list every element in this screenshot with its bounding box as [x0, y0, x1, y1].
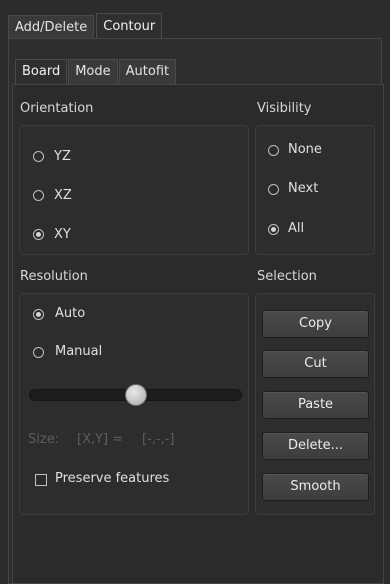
radio-none-label: None: [288, 142, 322, 157]
radio-xy-label: XY: [54, 227, 71, 242]
preserve-features-label: Preserve features: [55, 471, 170, 486]
radio-auto[interactable]: [33, 309, 44, 320]
size-expression: [X,Y] =: [77, 432, 124, 447]
resolution-slider-handle[interactable]: [124, 384, 147, 406]
tab-autofit[interactable]: Autofit: [118, 59, 177, 84]
paste-button[interactable]: Paste: [262, 391, 369, 419]
radio-manual[interactable]: [33, 347, 44, 358]
radio-yz[interactable]: [33, 151, 44, 162]
size-value: [-,-,-]: [142, 432, 175, 447]
radio-next-label: Next: [288, 181, 319, 196]
tab-board[interactable]: Board: [15, 59, 68, 84]
radio-all-label: All: [288, 221, 305, 236]
radio-all[interactable]: [268, 224, 279, 235]
radio-next[interactable]: [268, 184, 279, 195]
radio-xz-label: XZ: [54, 188, 72, 203]
radio-manual-label: Manual: [55, 344, 103, 359]
selection-title: Selection: [257, 269, 317, 284]
resolution-title: Resolution: [20, 269, 88, 284]
radio-auto-label: Auto: [55, 306, 86, 321]
visibility-title: Visibility: [257, 101, 312, 116]
cut-button[interactable]: Cut: [262, 350, 369, 378]
radio-xz[interactable]: [33, 190, 44, 201]
copy-button[interactable]: Copy: [262, 310, 369, 338]
top-tab-bar: Add/Delete Contour: [8, 13, 163, 40]
size-label: Size:: [28, 432, 60, 447]
radio-xy[interactable]: [33, 229, 44, 240]
smooth-button[interactable]: Smooth: [262, 473, 369, 501]
radio-none[interactable]: [268, 145, 279, 156]
tab-add-delete[interactable]: Add/Delete: [8, 15, 95, 40]
tab-contour[interactable]: Contour: [96, 13, 163, 40]
sub-tab-bar: Board Mode Autofit: [15, 59, 177, 84]
tab-mode[interactable]: Mode: [68, 59, 118, 84]
delete-button[interactable]: Delete...: [262, 432, 369, 460]
preserve-features-checkbox[interactable]: [35, 474, 47, 486]
radio-yz-label: YZ: [54, 149, 71, 164]
orientation-title: Orientation: [20, 101, 94, 116]
